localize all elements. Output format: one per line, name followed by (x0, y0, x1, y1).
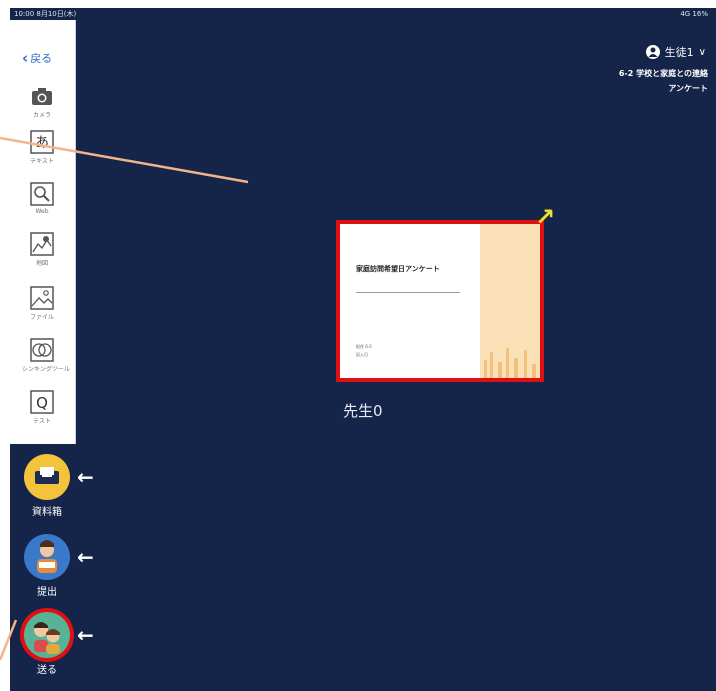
shared-card[interactable]: 家庭訪問希望日アンケート 担任 6-2 記入日 (336, 220, 544, 382)
tool-text[interactable]: あ テキスト (22, 130, 62, 165)
status-time: 10:00 8月10日(木) (14, 10, 77, 18)
web-search-icon (30, 182, 54, 206)
status-signal: 4G 16% (680, 10, 708, 18)
svg-text:あ: あ (35, 135, 49, 151)
svg-text:Q: Q (36, 394, 48, 412)
image-file-icon (30, 286, 54, 310)
document-box-label: 資料箱 (32, 507, 62, 518)
tool-thinking[interactable]: シンキングツール (22, 338, 70, 373)
tool-test[interactable]: Q テスト (22, 390, 62, 425)
back-label: 戻る (30, 52, 53, 65)
lesson-title-line1: 6-2 学校と家庭との連絡 (618, 69, 708, 78)
quiz-icon: Q (30, 390, 54, 414)
card-title: 家庭訪問希望日アンケート (356, 265, 440, 273)
tool-thinking-label: シンキングツール (22, 366, 70, 373)
map-icon (30, 232, 54, 256)
submit-button[interactable]: 提出 (22, 534, 72, 598)
user-menu[interactable]: 生徒1 ∨ (645, 44, 706, 60)
card-divider (356, 292, 460, 293)
arrow-left-icon: ← (77, 623, 94, 647)
arrow-left-icon: ← (77, 545, 94, 569)
status-bar: 10:00 8月10日(木) 4G 16% (10, 8, 716, 20)
send-label: 送る (37, 665, 57, 676)
back-button[interactable]: ‹ 戻る (22, 50, 52, 66)
lesson-title-line2: アンケート (668, 84, 708, 93)
tool-map[interactable]: 地図 (22, 232, 62, 267)
tool-file-label: ファイル (29, 314, 54, 321)
tool-web-label: Web (35, 208, 49, 215)
user-icon (645, 45, 660, 59)
tool-text-label: テキスト (30, 158, 54, 165)
arrow-up-right-icon: ↗ (535, 203, 556, 231)
app-screen: 10:00 8月10日(木) 4G 16% ‹ 戻る カメラ あ テキスト We… (10, 8, 716, 691)
send-button[interactable]: 送る (22, 612, 72, 676)
tool-map-label: 地図 (35, 260, 48, 267)
tool-palette: ‹ 戻る カメラ あ テキスト Web 地図 ファイル シンキングツール Q テ… (10, 20, 76, 444)
sender-label: 先生0 (343, 402, 383, 420)
thinking-tool-icon (30, 338, 54, 362)
document-box-icon[interactable] (24, 454, 70, 500)
text-icon: あ (30, 130, 54, 154)
chevron-down-icon: ∨ (698, 46, 706, 58)
tool-file[interactable]: ファイル (22, 286, 62, 321)
send-icon[interactable] (24, 612, 70, 658)
tool-web[interactable]: Web (22, 182, 62, 215)
lesson-title: 6-2 学校と家庭との連絡 アンケート (619, 66, 708, 96)
card-line1: 担任 6-2 (356, 344, 372, 349)
camera-icon (32, 88, 52, 105)
chevron-left-icon: ‹ (22, 48, 29, 67)
card-decoration (480, 224, 540, 378)
submit-label: 提出 (37, 587, 57, 598)
tool-camera[interactable]: カメラ (22, 84, 62, 119)
arrow-left-icon: ← (77, 465, 94, 489)
card-line2: 記入日 (356, 352, 368, 357)
tool-test-label: テスト (32, 418, 51, 425)
user-name: 生徒1 (664, 46, 694, 59)
submit-icon[interactable] (24, 534, 70, 580)
tool-camera-label: カメラ (32, 112, 51, 119)
document-box-button[interactable]: 資料箱 (22, 454, 72, 518)
